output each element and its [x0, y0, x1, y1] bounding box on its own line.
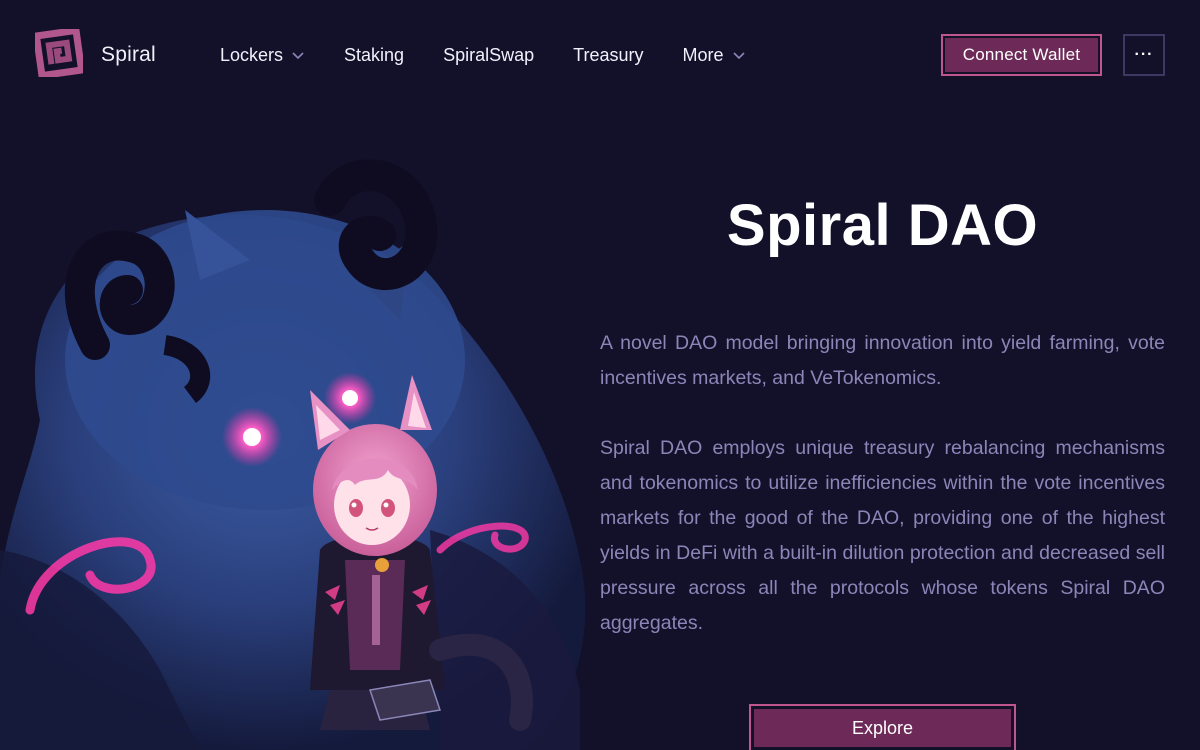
explore-button[interactable]: Explore: [749, 704, 1016, 750]
nav-item-staking[interactable]: Staking: [344, 45, 404, 66]
main-menu: Lockers Staking SpiralSwap Treasury More: [220, 42, 785, 68]
more-options-button[interactable]: ···: [1123, 34, 1165, 76]
nav-item-label: Treasury: [573, 44, 644, 65]
hero-title: Spiral DAO: [726, 193, 1039, 258]
brand-name: Spiral: [101, 43, 156, 66]
nav-item-treasury[interactable]: Treasury: [573, 45, 643, 66]
nav-item-lockers[interactable]: Lockers: [220, 45, 305, 66]
connect-wallet-button[interactable]: Connect Wallet: [941, 34, 1102, 76]
hero-description-2: Spiral DAO employs unique treasury rebal…: [600, 437, 1165, 634]
nav-item-label: Lockers: [220, 44, 284, 65]
hero-illustration: [0, 130, 600, 750]
chevron-down-icon: [292, 52, 304, 60]
connect-wallet-label: Connect Wallet: [945, 38, 1098, 72]
nav-item-label: Staking: [344, 44, 405, 65]
chevron-down-icon: [732, 52, 745, 60]
top-navigation: Spiral Lockers Staking SpiralSwap Treasu…: [0, 0, 1200, 110]
more-options-icon: ···: [1134, 46, 1154, 63]
nav-item-more[interactable]: More: [682, 45, 745, 66]
spiral-logo-icon: [32, 25, 86, 82]
nav-item-spiralswap[interactable]: SpiralSwap: [443, 45, 534, 66]
nav-item-label: SpiralSwap: [443, 44, 535, 65]
brand-link[interactable]: Spiral: [32, 25, 156, 82]
hero-description-1: A novel DAO model bringing innovation in…: [600, 332, 1165, 389]
explore-label: Explore: [754, 709, 1011, 747]
nav-item-label: More: [682, 44, 724, 65]
monster-and-girl-illustration: [0, 159, 586, 750]
